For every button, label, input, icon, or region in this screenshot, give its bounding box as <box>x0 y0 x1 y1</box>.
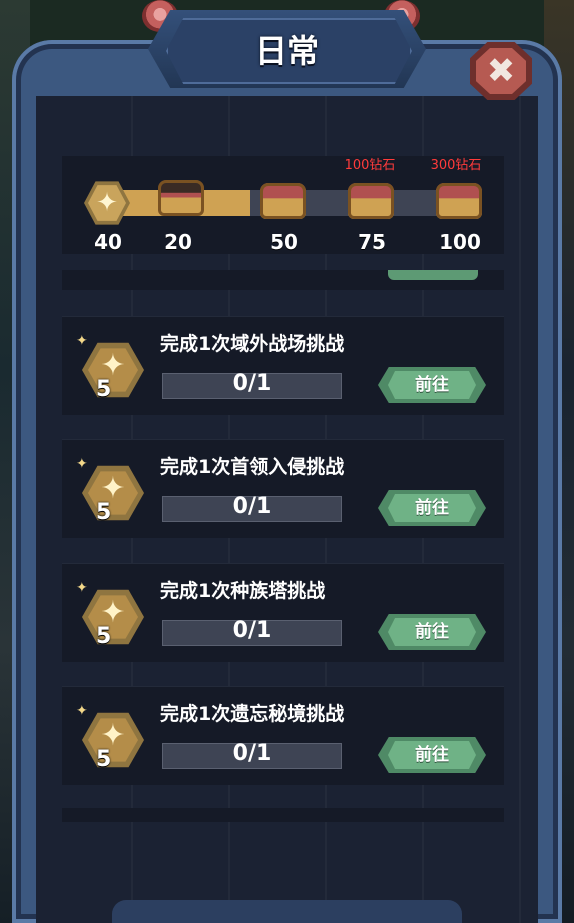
task-points: 5 <box>96 500 112 525</box>
go-button-label[interactable]: 前往 <box>378 741 486 769</box>
sparkle-icon: ✦ <box>76 456 88 472</box>
task-points-badge: ✦ ✦ 5 <box>76 580 144 649</box>
go-button-label[interactable]: 前往 <box>378 618 486 646</box>
milestone-points: 75 <box>358 230 386 254</box>
go-button-label[interactable]: 前往 <box>378 494 486 522</box>
treasure-chest-icon[interactable] <box>436 183 482 219</box>
task-row: ✦ ✦ 5 完成1次首领入侵挑战 0/1 前往 <box>62 439 504 538</box>
task-title: 完成1次域外战场挑战 <box>160 333 345 355</box>
milestone-points: 100 <box>439 230 481 254</box>
close-x-icon[interactable]: ✖ <box>478 48 524 94</box>
task-title: 完成1次首领入侵挑战 <box>160 456 345 478</box>
milestone-reward-label: 300钻石 <box>430 158 482 173</box>
milestone-reward-label: 100钻石 <box>344 158 396 173</box>
task-row: ✦ ✦ 5 完成1次遗忘秘境挑战 0/1 前往 <box>62 686 504 785</box>
task-progress-count: 0/1 <box>232 371 272 396</box>
go-button-label[interactable]: 前往 <box>378 371 486 399</box>
milestone-points: 20 <box>164 230 192 254</box>
task-progress-count: 0/1 <box>232 494 272 519</box>
list-end-divider <box>62 808 504 822</box>
activity-current-points: 40 <box>94 230 122 254</box>
task-row: ✦ ✦ 5 完成1次域外战场挑战 0/1 前往 <box>62 316 504 415</box>
sparkle-icon: ✦ <box>76 703 88 719</box>
task-points: 5 <box>96 624 112 649</box>
task-points-badge: ✦ ✦ 5 <box>76 333 144 402</box>
treasure-chest-opened-icon[interactable] <box>158 180 204 216</box>
sparkle-icon: ✦ <box>76 580 88 596</box>
treasure-chest-icon[interactable] <box>260 183 306 219</box>
task-points-badge: ✦ ✦ 5 <box>76 703 144 772</box>
sparkle-icon: ✦ <box>76 333 88 349</box>
task-points: 5 <box>96 377 112 402</box>
task-points-badge: ✦ ✦ 5 <box>76 456 144 525</box>
task-row: ✦ ✦ 5 完成1次种族塔挑战 0/1 前往 <box>62 563 504 662</box>
task-title: 完成1次遗忘秘境挑战 <box>160 703 345 725</box>
task-points: 5 <box>96 747 112 772</box>
treasure-chest-icon[interactable] <box>348 183 394 219</box>
star-icon: ✦ <box>96 188 118 218</box>
page-title: 日常 <box>254 32 319 70</box>
scrolled-go-button-remnant <box>388 270 478 280</box>
task-progress-count: 0/1 <box>232 618 272 643</box>
task-progress-count: 0/1 <box>232 741 272 766</box>
milestone-points: 50 <box>270 230 298 254</box>
bottom-tab-bar <box>112 900 462 923</box>
task-title: 完成1次种族塔挑战 <box>160 580 326 602</box>
